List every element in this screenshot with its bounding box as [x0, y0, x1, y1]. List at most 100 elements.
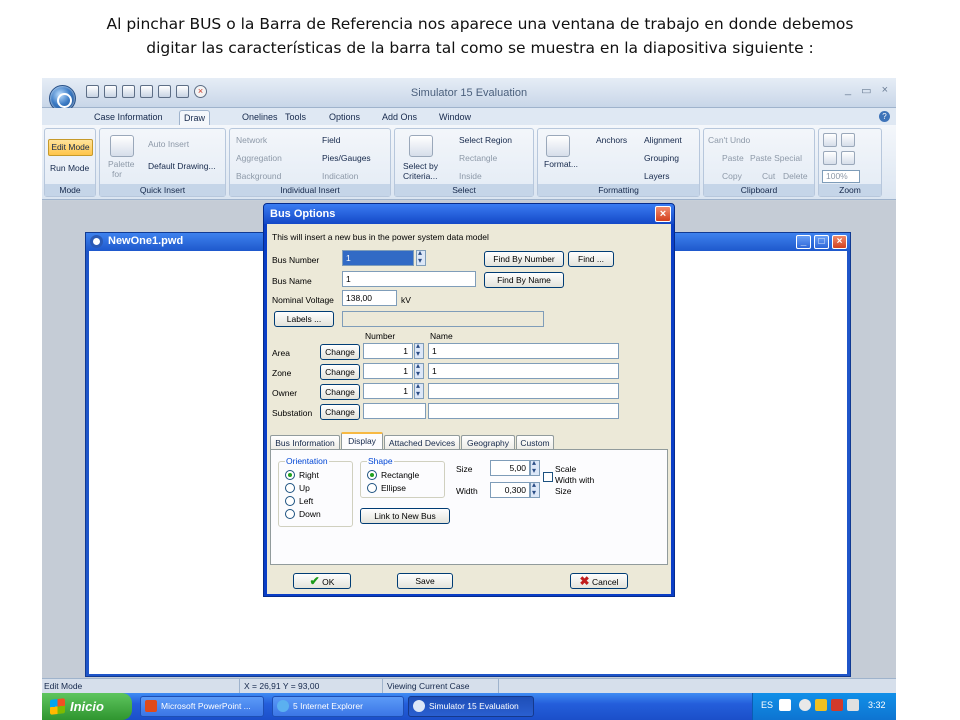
document-minimize-button[interactable]: _	[796, 235, 811, 249]
dialog-close-button[interactable]: ×	[655, 206, 671, 222]
undo-button[interactable]: Can't Undo	[708, 135, 750, 145]
paste-button[interactable]: Paste	[722, 153, 744, 163]
size-field[interactable]: 5,00	[490, 460, 530, 476]
link-to-new-bus-button[interactable]: Link to New Bus	[360, 508, 450, 524]
find-by-name-button[interactable]: Find By Name	[484, 272, 564, 288]
paste-special-button[interactable]: Paste Special	[750, 153, 802, 163]
area-number-field[interactable]: 1	[363, 343, 413, 359]
labels-button[interactable]: Labels ...	[274, 311, 334, 327]
copy-button[interactable]: Copy	[722, 171, 742, 181]
tab-window[interactable]: Window	[435, 110, 475, 125]
zone-spinner[interactable]	[414, 361, 424, 379]
nominal-voltage-field[interactable]: 138,00	[342, 290, 397, 306]
rectangle-select-menu[interactable]: Rectangle	[459, 153, 497, 163]
taskbar-internet-explorer[interactable]: 5 Internet Explorer	[272, 696, 404, 717]
shape-ellipse-radio[interactable]	[367, 483, 377, 493]
area-change-button[interactable]: Change	[320, 344, 360, 360]
alignment-menu[interactable]: Alignment	[644, 135, 682, 145]
orientation-right-radio[interactable]	[285, 470, 295, 480]
alert-tray-icon[interactable]	[831, 699, 843, 711]
substation-name-field[interactable]	[428, 403, 619, 419]
help-tray-icon[interactable]	[779, 699, 791, 711]
minimize-button[interactable]: _	[845, 84, 851, 97]
tab-bus-information[interactable]: Bus Information	[270, 435, 340, 450]
orientation-left-radio[interactable]	[285, 496, 295, 506]
run-mode-button[interactable]: Run Mode	[50, 163, 89, 173]
substation-number-field[interactable]	[363, 403, 426, 419]
ok-button[interactable]: ✔ OK	[293, 573, 351, 589]
zoom-in-icon[interactable]	[823, 133, 837, 147]
save-button[interactable]: Save	[397, 573, 453, 589]
tab-attached-devices[interactable]: Attached Devices	[384, 435, 460, 450]
substation-change-button[interactable]: Change	[320, 404, 360, 420]
background-menu[interactable]: Background	[236, 171, 281, 181]
tab-case-information[interactable]: Case Information	[90, 110, 167, 125]
orientation-up-radio[interactable]	[285, 483, 295, 493]
delete-button[interactable]: Delete	[783, 171, 808, 181]
zone-number-field[interactable]: 1	[363, 363, 413, 379]
aggregation-menu[interactable]: Aggregation	[236, 153, 282, 163]
tab-custom[interactable]: Custom	[516, 435, 554, 450]
width-spinner[interactable]	[530, 480, 540, 498]
network-tray-icon[interactable]	[799, 699, 811, 711]
language-indicator[interactable]: ES	[761, 700, 773, 710]
auto-insert-button[interactable]: Auto Insert	[148, 139, 189, 149]
tab-onelines[interactable]: Onelines	[238, 110, 282, 125]
area-spinner[interactable]	[414, 341, 424, 359]
palette-button[interactable]: Palette	[108, 159, 134, 169]
zoom-out-icon[interactable]	[841, 133, 855, 147]
select-region-button[interactable]: Select Region	[459, 135, 512, 145]
grouping-menu[interactable]: Grouping	[644, 153, 679, 163]
edit-mode-button[interactable]: Edit Mode	[48, 139, 93, 156]
cancel-button[interactable]: ✖ Cancel	[570, 573, 628, 589]
maximize-button[interactable]: ▭	[861, 84, 871, 97]
owner-number-field[interactable]: 1	[363, 383, 413, 399]
orientation-down-radio[interactable]	[285, 509, 295, 519]
bus-number-field[interactable]: 1	[342, 250, 414, 266]
help-icon[interactable]: ?	[879, 111, 890, 122]
layers-menu[interactable]: Layers	[644, 171, 670, 181]
shape-rectangle-radio[interactable]	[367, 470, 377, 480]
zoom-level-field[interactable]: 100%	[822, 170, 860, 183]
start-button[interactable]: Inicio	[42, 693, 132, 720]
inside-select-menu[interactable]: Inside	[459, 171, 482, 181]
taskbar-simulator[interactable]: Simulator 15 Evaluation	[408, 696, 534, 717]
zoom-area-icon[interactable]	[823, 151, 837, 165]
indication-menu[interactable]: Indication	[322, 171, 358, 181]
bus-name-field[interactable]: 1	[342, 271, 476, 287]
field-menu[interactable]: Field	[322, 135, 340, 145]
anchors-button[interactable]: Anchors	[596, 135, 627, 145]
display-tab-panel: Orientation Right Up Left Down Shape Rec…	[270, 449, 668, 565]
volume-tray-icon[interactable]	[847, 699, 859, 711]
pies-gauges-menu[interactable]: Pies/Gauges	[322, 153, 371, 163]
tab-tools[interactable]: Tools	[281, 110, 310, 125]
tab-draw[interactable]: Draw	[179, 110, 211, 125]
zone-change-button[interactable]: Change	[320, 364, 360, 380]
tab-display[interactable]: Display	[341, 432, 383, 450]
default-drawing-button[interactable]: Default Drawing...	[148, 161, 216, 171]
owner-name-field[interactable]	[428, 383, 619, 399]
network-menu[interactable]: Network	[236, 135, 267, 145]
find-button[interactable]: Find ...	[568, 251, 614, 267]
security-tray-icon[interactable]	[815, 699, 827, 711]
zoom-fit-icon[interactable]	[841, 151, 855, 165]
format-button[interactable]: Format...	[544, 159, 578, 169]
zone-name-field[interactable]: 1	[428, 363, 619, 379]
bus-number-spinner[interactable]	[416, 248, 426, 266]
cut-button[interactable]: Cut	[762, 171, 775, 181]
document-close-button[interactable]: ×	[832, 235, 847, 249]
width-field[interactable]: 0,300	[490, 482, 530, 498]
owner-spinner[interactable]	[414, 381, 424, 399]
tab-options[interactable]: Options	[325, 110, 364, 125]
scale-width-checkbox[interactable]	[543, 472, 553, 482]
tab-geography[interactable]: Geography	[461, 435, 515, 450]
owner-change-button[interactable]: Change	[320, 384, 360, 400]
tab-add-ons[interactable]: Add Ons	[378, 110, 421, 125]
close-button[interactable]: ×	[882, 84, 888, 97]
size-spinner[interactable]	[530, 458, 540, 476]
document-maximize-button[interactable]: □	[814, 235, 829, 249]
taskbar-powerpoint[interactable]: Microsoft PowerPoint ...	[140, 696, 264, 717]
select-by-button[interactable]: Select by	[403, 161, 438, 171]
area-name-field[interactable]: 1	[428, 343, 619, 359]
find-by-number-button[interactable]: Find By Number	[484, 251, 564, 267]
